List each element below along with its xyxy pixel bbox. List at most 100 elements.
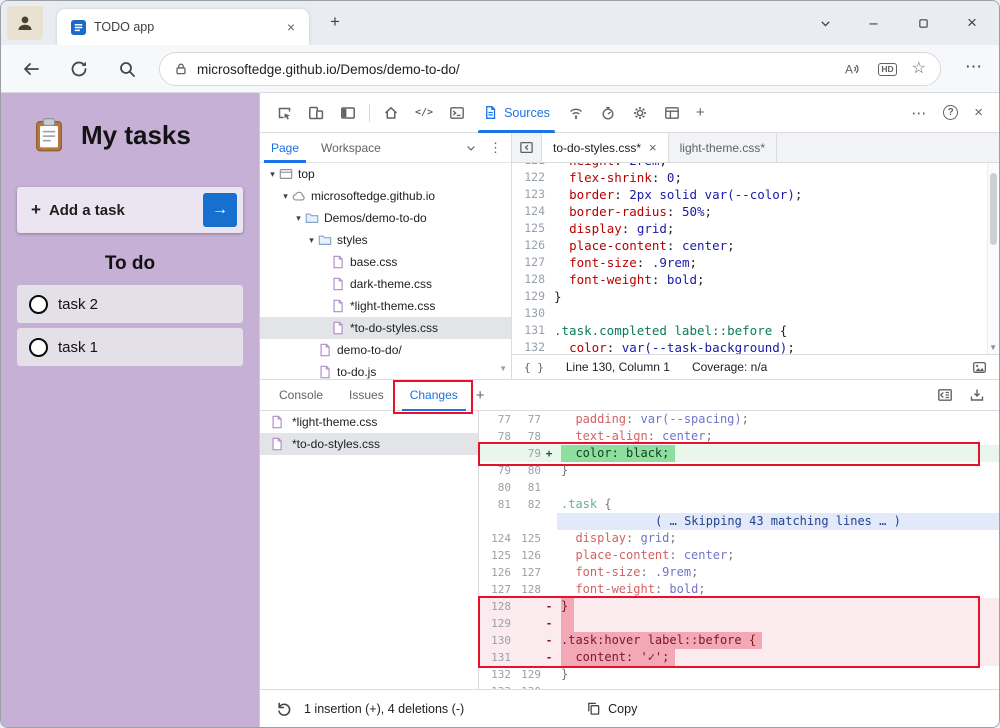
diff-code: font-weight: bold; bbox=[557, 581, 999, 598]
tree-item[interactable]: ▾styles bbox=[260, 229, 511, 251]
changes-file-name: *to-do-styles.css bbox=[292, 437, 380, 451]
drawer-tab-issues[interactable]: Issues bbox=[336, 379, 397, 411]
task-checkbox[interactable] bbox=[29, 338, 48, 357]
more-tools-plus-icon[interactable]: + bbox=[688, 93, 713, 133]
favorite-star-icon[interactable]: ☆ bbox=[912, 61, 926, 77]
network-icon[interactable] bbox=[560, 93, 592, 133]
settings-gear-icon[interactable] bbox=[624, 93, 656, 133]
elements-icon[interactable]: </> bbox=[407, 93, 441, 133]
diff-old-line-number: 127 bbox=[479, 581, 511, 598]
devtools-menu-icon[interactable]: ⋯ bbox=[903, 93, 935, 133]
task-checkbox[interactable] bbox=[29, 295, 48, 314]
browser-menu-icon[interactable]: ⋯ bbox=[965, 57, 983, 77]
task-item[interactable]: task 1 bbox=[17, 328, 243, 366]
tab-sources[interactable]: Sources bbox=[473, 93, 560, 133]
code-line: 123 border: 2px solid var(--color); bbox=[512, 186, 987, 203]
tree-item[interactable]: to-do.js bbox=[260, 361, 511, 379]
task-item[interactable]: task 2 bbox=[17, 285, 243, 323]
tree-item[interactable]: ▾top bbox=[260, 163, 511, 185]
dock-drawer-icon[interactable] bbox=[969, 387, 985, 403]
svg-text:A: A bbox=[845, 63, 853, 77]
editor-tab[interactable]: to-do-styles.css*× bbox=[542, 133, 669, 162]
site-lock-icon[interactable] bbox=[174, 62, 188, 76]
refresh-button[interactable] bbox=[69, 59, 89, 79]
changes-file-item[interactable]: *to-do-styles.css bbox=[260, 433, 478, 455]
tree-expand-arrow-icon[interactable]: ▾ bbox=[279, 191, 292, 202]
revert-icon[interactable] bbox=[276, 701, 292, 717]
file-icon bbox=[318, 343, 335, 357]
tree-item[interactable]: ▾Demos/demo-to-do bbox=[260, 207, 511, 229]
tree-item[interactable]: *light-theme.css bbox=[260, 295, 511, 317]
navigator-tab-workspace[interactable]: Workspace bbox=[310, 133, 392, 163]
diff-row: 79+ color: black; bbox=[479, 445, 999, 462]
drawer-tab-console[interactable]: Console bbox=[266, 379, 336, 411]
diff-old-line-number: 130 bbox=[479, 632, 511, 649]
performance-icon[interactable] bbox=[592, 93, 624, 133]
navigator-menu-icon[interactable]: ⋮ bbox=[489, 140, 502, 156]
scrollbar-thumb[interactable] bbox=[990, 173, 997, 245]
tree-item[interactable]: ▾microsoftedge.github.io bbox=[260, 185, 511, 207]
media-icon[interactable] bbox=[972, 360, 987, 375]
diff-row: 124125 display: grid; bbox=[479, 530, 999, 547]
tree-scroll-down-icon[interactable]: ▼ bbox=[499, 364, 507, 373]
window-close-button[interactable]: × bbox=[951, 1, 993, 45]
add-task-control[interactable]: + Add a task → bbox=[17, 187, 243, 233]
new-tab-button[interactable]: + bbox=[323, 12, 347, 34]
back-button[interactable] bbox=[21, 59, 41, 79]
code-editor[interactable]: 121 height: 2rem;122 flex-shrink: 0;123 … bbox=[512, 163, 987, 354]
diff-code: .task:hover label::before { bbox=[557, 632, 999, 649]
application-icon[interactable] bbox=[656, 93, 688, 133]
dock-panel-icon[interactable] bbox=[332, 93, 364, 133]
drawer-add-tab-icon[interactable]: + bbox=[476, 387, 485, 404]
tree-expand-arrow-icon[interactable]: ▾ bbox=[305, 235, 318, 246]
changes-file-item[interactable]: *light-theme.css bbox=[260, 411, 478, 433]
editor-scroll-down-icon[interactable]: ▼ bbox=[989, 343, 997, 352]
maximize-button[interactable] bbox=[905, 1, 941, 45]
navigator-tab-bar: PageWorkspace ⋮ bbox=[260, 133, 511, 163]
line-number: 132 bbox=[512, 339, 554, 354]
pretty-print-icon[interactable]: { } bbox=[524, 361, 544, 374]
copy-button[interactable]: Copy bbox=[586, 701, 637, 716]
diff-change-band: content: '✓'; bbox=[561, 649, 675, 666]
tree-item[interactable]: demo-to-do/ bbox=[260, 339, 511, 361]
add-task-submit-button[interactable]: → bbox=[203, 193, 237, 227]
navigator-tab-page[interactable]: Page bbox=[260, 133, 310, 163]
frame-icon bbox=[279, 167, 296, 181]
device-toolbar-icon[interactable] bbox=[300, 93, 332, 133]
tree-expand-arrow-icon[interactable]: ▾ bbox=[292, 213, 305, 224]
minimize-button[interactable] bbox=[855, 1, 891, 45]
browser-tab[interactable]: TODO app × bbox=[57, 9, 309, 45]
sources-navigator: PageWorkspace ⋮ ▾top▾microsoftedge.githu… bbox=[260, 133, 512, 379]
tree-item[interactable]: dark-theme.css bbox=[260, 273, 511, 295]
overflow-chevron-icon[interactable] bbox=[465, 142, 477, 154]
search-icon[interactable] bbox=[117, 59, 137, 79]
drawer-tab-changes[interactable]: Changes bbox=[397, 379, 471, 411]
browser-window: TODO app × + × microsoftedge.github bbox=[0, 0, 1000, 728]
open-in-sources-icon[interactable] bbox=[937, 387, 953, 403]
address-bar[interactable]: microsoftedge.github.io/Demos/demo-to-do… bbox=[159, 52, 941, 86]
url-text[interactable]: microsoftedge.github.io/Demos/demo-to-do… bbox=[197, 62, 844, 77]
folder-icon bbox=[305, 211, 322, 225]
inspect-element-icon[interactable] bbox=[268, 93, 300, 133]
tab-list-chevron-icon[interactable] bbox=[807, 1, 843, 45]
tab-close-icon[interactable]: × bbox=[283, 19, 299, 35]
hd-badge-icon[interactable]: HD bbox=[878, 63, 896, 76]
editor-tab-close-icon[interactable]: × bbox=[649, 140, 657, 155]
devtools-close-icon[interactable]: × bbox=[966, 93, 991, 133]
diff-change-band: .task:hover label::before { bbox=[561, 632, 762, 649]
tree-item[interactable]: base.css bbox=[260, 251, 511, 273]
tree-item[interactable]: *to-do-styles.css bbox=[260, 317, 511, 339]
tree-expand-arrow-icon[interactable]: ▾ bbox=[266, 169, 279, 180]
profile-avatar[interactable] bbox=[7, 6, 43, 40]
todo-app-page: My tasks + Add a task → To do task 2task… bbox=[1, 93, 259, 727]
code-line: 130 bbox=[512, 305, 987, 322]
console-icon[interactable] bbox=[441, 93, 473, 133]
navigator-toggle-icon[interactable] bbox=[512, 133, 542, 162]
clipboard-logo-icon bbox=[31, 117, 67, 153]
welcome-home-icon[interactable] bbox=[375, 93, 407, 133]
editor-scrollbar[interactable]: ▼ bbox=[987, 163, 999, 354]
help-icon[interactable]: ? bbox=[935, 93, 966, 133]
read-aloud-icon[interactable]: A bbox=[844, 61, 863, 77]
editor-tab[interactable]: light-theme.css* bbox=[669, 133, 777, 162]
diff-new-line-number: 78 bbox=[511, 428, 541, 445]
